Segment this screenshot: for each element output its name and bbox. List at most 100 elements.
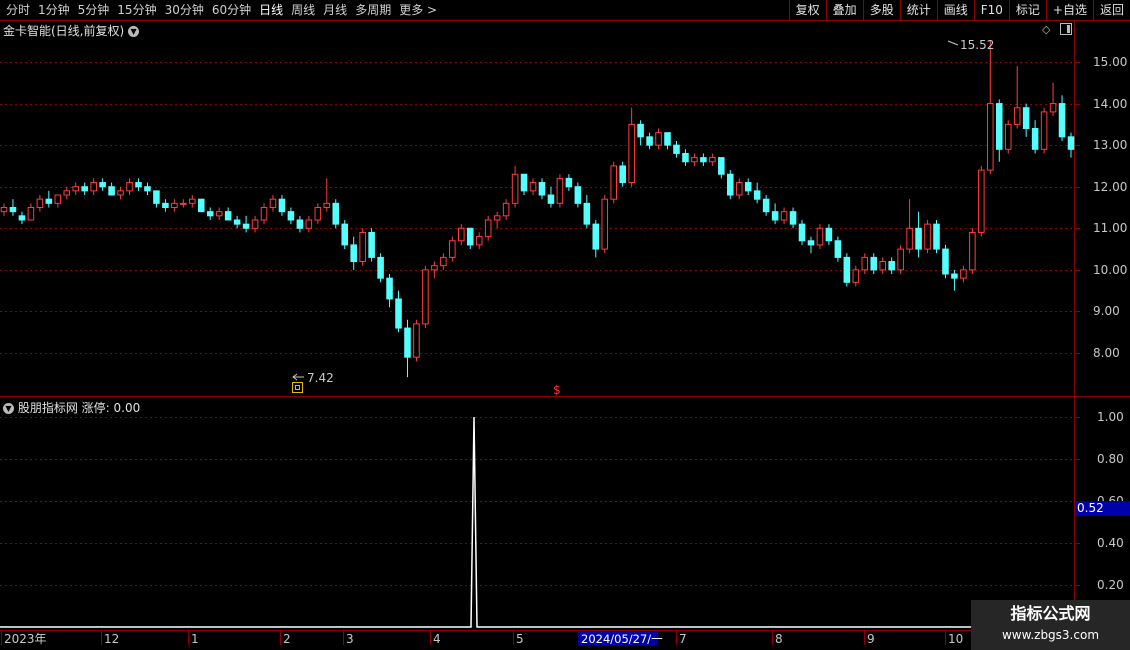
candle-body bbox=[493, 215, 501, 221]
tab-weekly[interactable]: 周线 bbox=[287, 0, 319, 20]
chevron-down-icon[interactable]: ▼ bbox=[128, 26, 140, 37]
site-watermark: 指标公式网 www.zbgs3.com bbox=[971, 600, 1130, 650]
candle-body bbox=[601, 198, 609, 250]
candle-body bbox=[359, 231, 366, 263]
low-price-label: 7.42 bbox=[307, 371, 334, 385]
add-watchlist-button[interactable]: +自选 bbox=[1045, 0, 1093, 20]
tab-daily[interactable]: 日线 bbox=[255, 0, 287, 20]
candle-body bbox=[269, 198, 277, 208]
candle-body bbox=[789, 211, 797, 225]
candle-body bbox=[341, 223, 349, 246]
multi-stock-button[interactable]: 多股 bbox=[862, 0, 900, 20]
statistics-button[interactable]: 统计 bbox=[899, 0, 937, 20]
candle-body bbox=[260, 207, 268, 221]
watermark-title: 指标公式网 bbox=[1010, 604, 1091, 623]
candle-body bbox=[870, 256, 878, 271]
candle-body bbox=[99, 182, 106, 188]
candle-body bbox=[72, 186, 80, 192]
tab-more[interactable]: 更多 > bbox=[395, 0, 441, 20]
candle-body bbox=[753, 190, 761, 200]
tab-60min[interactable]: 60分钟 bbox=[208, 0, 255, 20]
y-tick-label: 11.00 bbox=[1093, 221, 1127, 235]
tab-1min[interactable]: 1分钟 bbox=[34, 0, 74, 20]
candle-body bbox=[816, 227, 824, 246]
candle-body bbox=[610, 165, 617, 200]
chart-canvas: 15.00 14.00 13.00 12.00 11.00 10.00 9.00… bbox=[0, 21, 1130, 646]
candle-body bbox=[933, 223, 940, 250]
candle-body bbox=[700, 157, 707, 163]
indicator-grid bbox=[0, 417, 1080, 586]
chevron-down-icon[interactable]: ▼ bbox=[3, 403, 14, 414]
candle-body bbox=[798, 223, 806, 242]
mark-button[interactable]: 标记 bbox=[1008, 0, 1046, 20]
date-label: 2 bbox=[283, 632, 291, 646]
candle-body bbox=[915, 227, 922, 250]
candle-body bbox=[906, 227, 913, 250]
candle-body bbox=[565, 177, 573, 188]
date-tick: 3 bbox=[343, 631, 354, 646]
candle-body bbox=[242, 223, 250, 229]
back-button[interactable]: 返回 bbox=[1092, 0, 1130, 20]
candle-body bbox=[547, 194, 555, 204]
draw-line-button[interactable]: 画线 bbox=[936, 0, 974, 20]
candle-body bbox=[843, 256, 851, 283]
candle-body bbox=[592, 223, 600, 250]
f10-button[interactable]: F10 bbox=[973, 0, 1009, 20]
window-toggle-icon[interactable] bbox=[1060, 23, 1072, 35]
candle-body bbox=[744, 182, 752, 192]
date-tick: 2023年 bbox=[1, 631, 47, 646]
period-tabs: 分时 1分钟 5分钟 15分钟 30分钟 60分钟 日线 周线 月线 多周期 更… bbox=[2, 0, 441, 20]
candle-body bbox=[852, 269, 860, 283]
tab-5min[interactable]: 5分钟 bbox=[74, 0, 114, 20]
candle-body bbox=[108, 186, 115, 196]
tab-fenshi[interactable]: 分时 bbox=[2, 0, 34, 20]
tab-30min[interactable]: 30分钟 bbox=[161, 0, 208, 20]
candle-body bbox=[153, 190, 160, 204]
date-tick: 5 bbox=[513, 631, 524, 646]
y-tick-label: 0.20 bbox=[1097, 578, 1124, 592]
candle-body bbox=[825, 227, 833, 242]
tab-multi-period[interactable]: 多周期 bbox=[351, 0, 395, 20]
candle-body bbox=[735, 182, 743, 196]
date-label: 10 bbox=[948, 632, 963, 646]
diamond-icon[interactable]: ◇ bbox=[1042, 23, 1050, 36]
restore-rights-button[interactable]: 复权 bbox=[788, 0, 826, 20]
candle-body bbox=[951, 273, 958, 279]
candle-body bbox=[1040, 111, 1048, 150]
candle-body bbox=[368, 231, 375, 258]
date-tick: 2 bbox=[280, 631, 291, 646]
candle-body bbox=[54, 194, 62, 204]
candle-body bbox=[682, 152, 689, 163]
high-price-label: 15.52 bbox=[960, 38, 994, 52]
candle-body bbox=[978, 169, 985, 233]
date-label: 8 bbox=[775, 632, 783, 646]
y-tick-label: 14.00 bbox=[1093, 97, 1127, 111]
candle-body bbox=[1022, 107, 1030, 130]
candle-body bbox=[162, 202, 169, 208]
overlay-button[interactable]: 叠加 bbox=[825, 0, 863, 20]
candle-body bbox=[520, 173, 528, 192]
candle-body bbox=[1013, 107, 1021, 125]
candle-body bbox=[440, 256, 447, 267]
tab-monthly[interactable]: 月线 bbox=[319, 0, 351, 20]
candle-body bbox=[9, 207, 17, 213]
current-value-box bbox=[1075, 501, 1130, 516]
candle-body bbox=[117, 190, 124, 196]
candle-body bbox=[0, 207, 8, 213]
candle-body bbox=[771, 211, 779, 221]
period-toolbar: 分时 1分钟 5分钟 15分钟 30分钟 60分钟 日线 周线 月线 多周期 更… bbox=[0, 0, 1130, 21]
candle-body bbox=[691, 157, 698, 163]
candle-body bbox=[278, 198, 286, 213]
candle-body bbox=[556, 177, 564, 204]
main-grid bbox=[0, 62, 1080, 354]
candle-body bbox=[449, 240, 456, 258]
candle-body bbox=[206, 211, 214, 217]
main-pane-title-row: 金卡智能(日线,前复权) ▼ bbox=[3, 22, 140, 39]
candle-body bbox=[529, 182, 537, 192]
candle-body bbox=[27, 207, 35, 221]
candle-body bbox=[350, 244, 357, 263]
candle-body bbox=[36, 198, 44, 208]
candle-body bbox=[637, 123, 644, 138]
candle-body bbox=[780, 211, 788, 221]
tab-15min[interactable]: 15分钟 bbox=[113, 0, 160, 20]
